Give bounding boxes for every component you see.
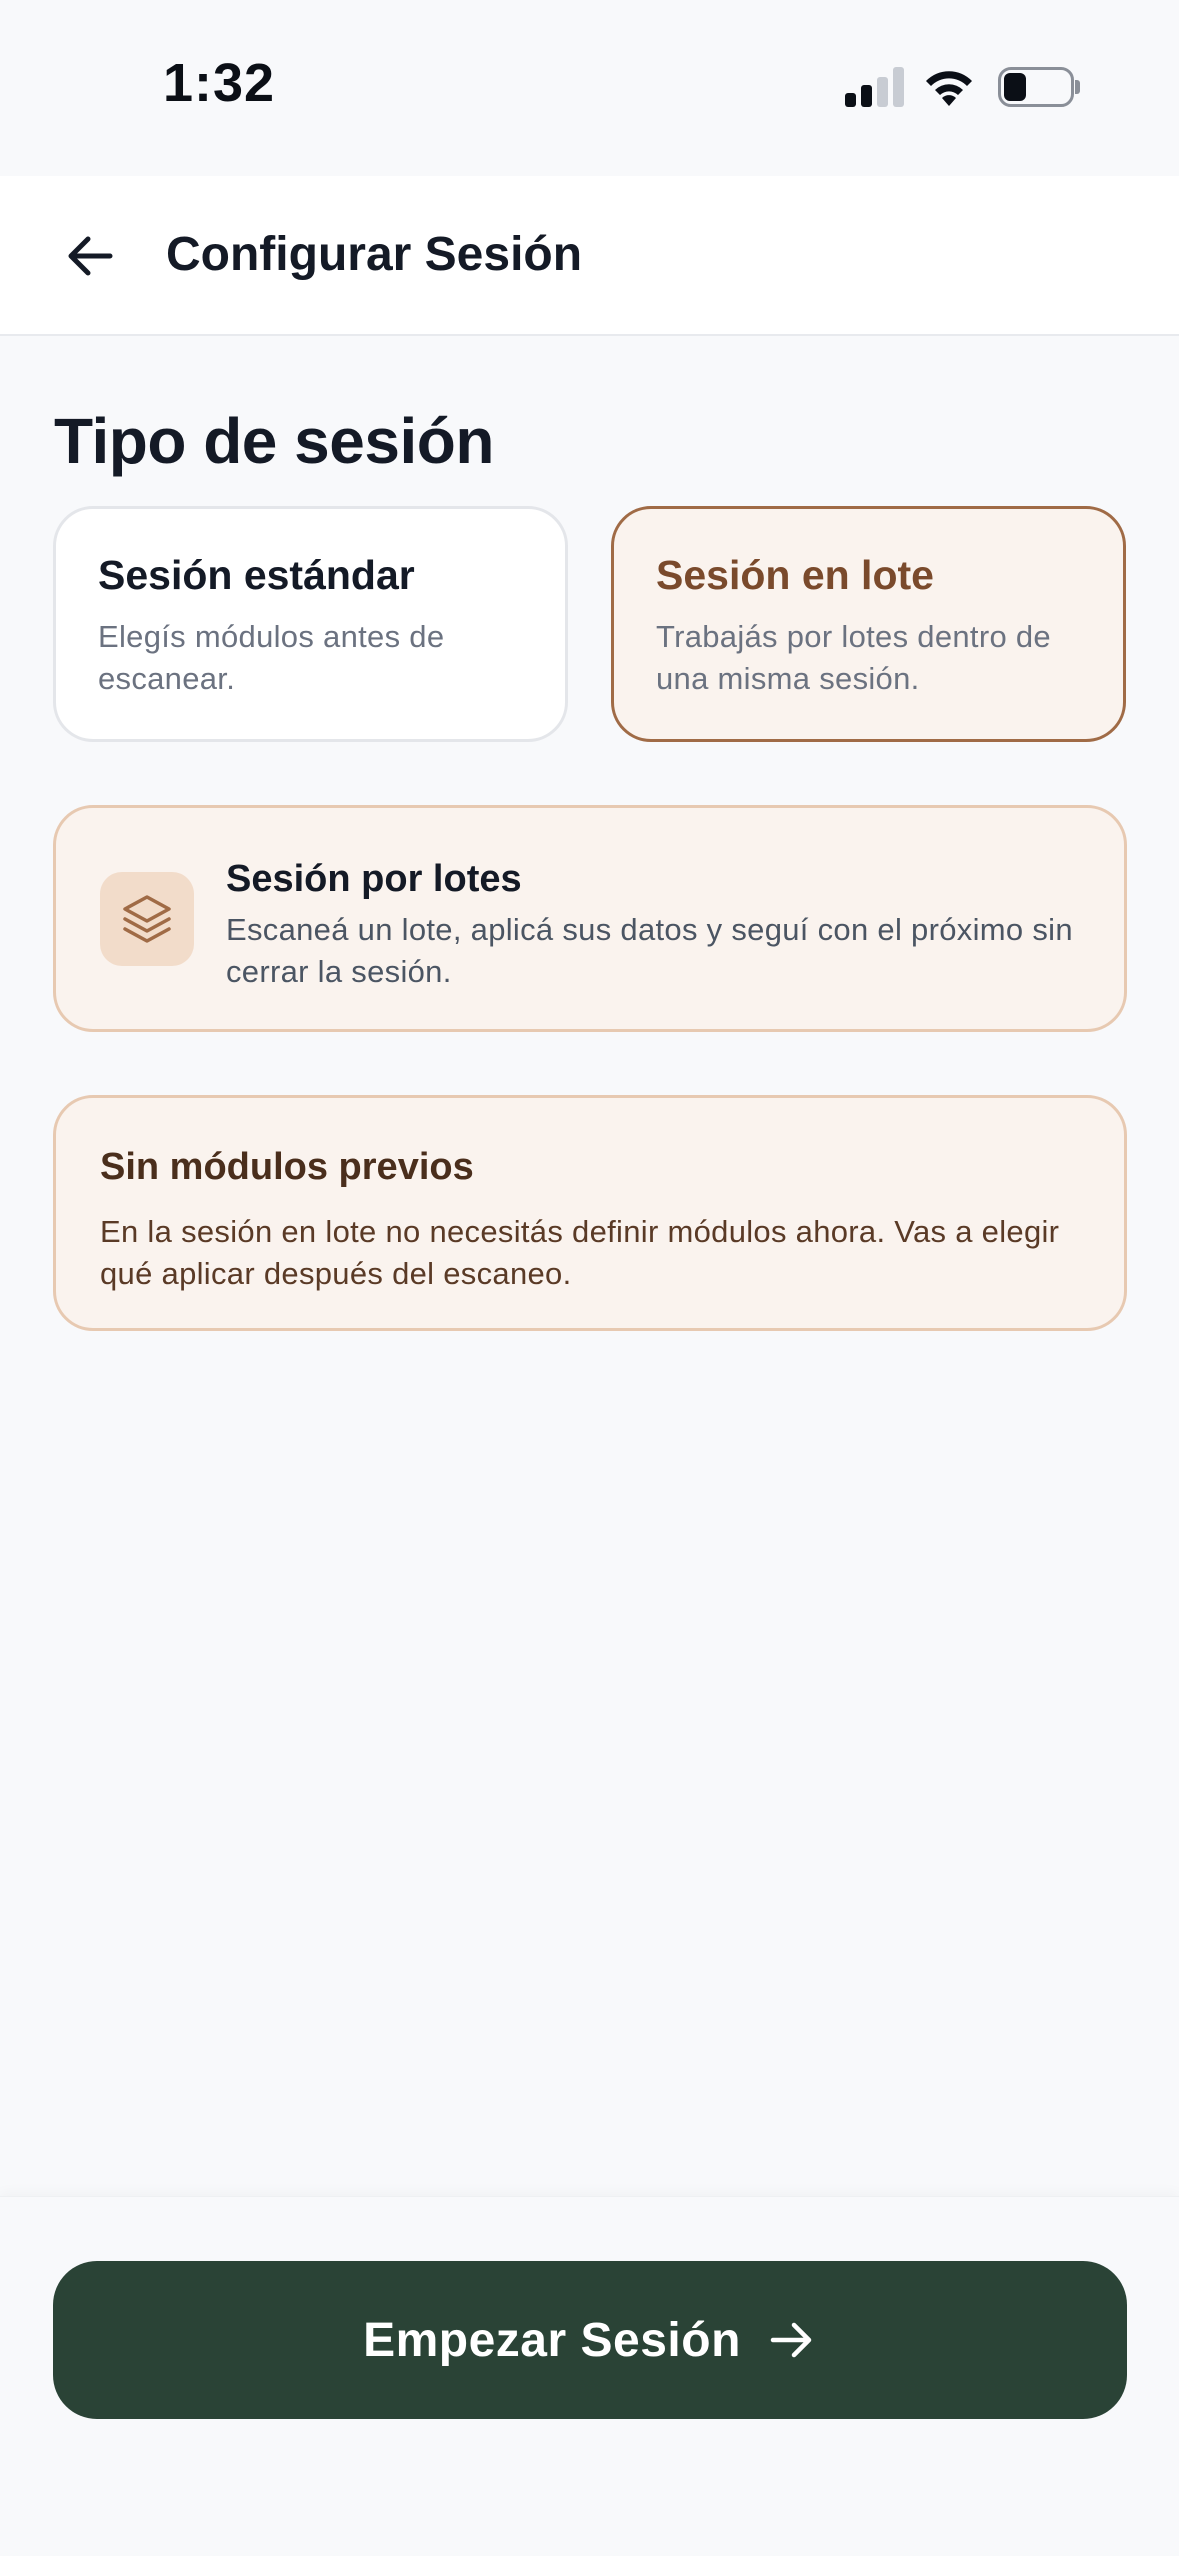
batch-info-card: Sesión por lotes Escaneá un lote, aplicá…: [53, 805, 1127, 1032]
screen: 1:32 Configurar Sesión Tipo de sesión Se…: [0, 0, 1179, 2556]
layers-icon-container: [100, 872, 194, 966]
note-title: Sin módulos previos: [100, 1146, 474, 1188]
battery-icon: [998, 67, 1080, 107]
session-option-standard[interactable]: Sesión estándar Elegís módulos antes de …: [53, 506, 568, 742]
arrow-left-icon: [68, 236, 113, 276]
footer-bar: Empezar Sesión: [0, 2196, 1179, 2556]
info-title: Sesión por lotes: [226, 858, 522, 900]
start-session-button[interactable]: Empezar Sesión: [53, 2261, 1127, 2419]
wifi-icon: [926, 71, 972, 106]
layers-icon: [123, 895, 171, 943]
option-description: Trabajás por lotes dentro de una misma s…: [656, 619, 1051, 697]
option-description: Elegís módulos antes de escanear.: [98, 619, 445, 697]
option-title: Sesión en lote: [656, 552, 934, 598]
page-title: Configurar Sesión: [166, 228, 583, 281]
note-description: En la sesión en lote no necesitás defini…: [100, 1214, 1060, 1291]
info-description: Escaneá un lote, aplicá sus datos y segu…: [226, 912, 1073, 989]
no-modules-note-card: Sin módulos previos En la sesión en lote…: [53, 1095, 1127, 1331]
session-option-batch[interactable]: Sesión en lote Trabajás por lotes dentro…: [611, 506, 1126, 742]
cellular-signal-icon: [845, 67, 905, 107]
option-title: Sesión estándar: [98, 552, 415, 598]
back-button[interactable]: [50, 216, 130, 296]
start-session-label: Empezar Sesión: [363, 2313, 741, 2367]
arrow-right-icon: [770, 2322, 812, 2358]
app-header: Configurar Sesión: [0, 176, 1179, 336]
status-time: 1:32: [163, 53, 276, 113]
status-bar: 1:32: [0, 0, 1179, 176]
section-title: Tipo de sesión: [54, 405, 494, 477]
